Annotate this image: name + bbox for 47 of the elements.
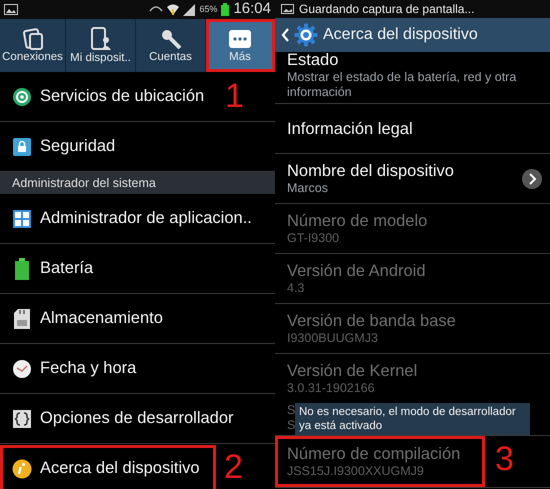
lock-icon	[12, 138, 32, 156]
phone-person-icon	[90, 26, 112, 51]
annotation-number: 1	[225, 79, 244, 113]
screen-title: Acerca del dispositivo	[323, 25, 478, 45]
settings-item[interactable]: Administrador de aplicacion..	[0, 194, 258, 242]
clock-time: 16:04	[233, 0, 271, 20]
tab[interactable]: Más	[206, 19, 275, 72]
picture-notification-icon	[4, 4, 18, 15]
cards-icon	[22, 28, 44, 50]
battery-icon	[12, 258, 32, 280]
settings-item[interactable]: Estado Mostrar el estado de la batería, red y otra información	[275, 46, 550, 103]
settings-item[interactable]: Batería	[0, 244, 216, 292]
wifi-icon	[167, 3, 180, 16]
info-icon	[12, 458, 32, 478]
partial-text: S	[287, 403, 295, 418]
tab[interactable]: Conexiones	[0, 19, 66, 72]
location-icon	[12, 86, 32, 106]
settings-item: Versión de banda base I9300BUUGMJ3	[286, 311, 457, 347]
settings-item[interactable]: Nombre del dispositivo Marcos	[275, 154, 522, 203]
back-icon	[281, 28, 289, 42]
grid-icon	[12, 210, 32, 228]
settings-item[interactable]: Almacenamiento	[0, 294, 216, 342]
partial-text: S	[287, 418, 295, 433]
settings-item: Versión de Android 4.3	[286, 261, 427, 297]
more-icon	[228, 28, 252, 50]
chevron-icon	[522, 168, 542, 188]
section-header: Administrador del sistema	[0, 172, 275, 194]
settings-item: Versión de Kernel 3.0.31-1902166	[286, 360, 418, 396]
battery-icon	[221, 3, 230, 16]
settings-item[interactable]: Servicios de ubicación	[0, 72, 216, 120]
settings-item[interactable]: Acerca del dispositivo	[0, 444, 216, 489]
signal-icon	[183, 4, 196, 16]
annotation-number: 2	[224, 450, 243, 484]
settings-item: Número de compilación JSS15J.I9300XXUGMJ9	[275, 436, 485, 487]
picture-notification-icon	[281, 4, 294, 14]
settings-item[interactable]: Seguridad	[0, 122, 216, 170]
settings-item[interactable]: Opciones de desarrollador	[0, 394, 240, 442]
settings-item[interactable]: Información legal	[275, 104, 550, 153]
notification-text: Guardando captura de pantalla...	[299, 1, 474, 18]
sd-card-icon	[12, 308, 32, 328]
settings-item[interactable]: Fecha y hora	[0, 344, 216, 392]
settings-item: Número de modelo GT-I9300	[286, 211, 428, 247]
toast-message: No es necesario, el modo de desarrollador ya está activado	[295, 403, 530, 435]
key-icon	[160, 28, 182, 50]
annotation-number: 3	[495, 442, 514, 476]
braces-icon	[12, 410, 32, 428]
battery-percentage: 65%	[199, 2, 218, 16]
